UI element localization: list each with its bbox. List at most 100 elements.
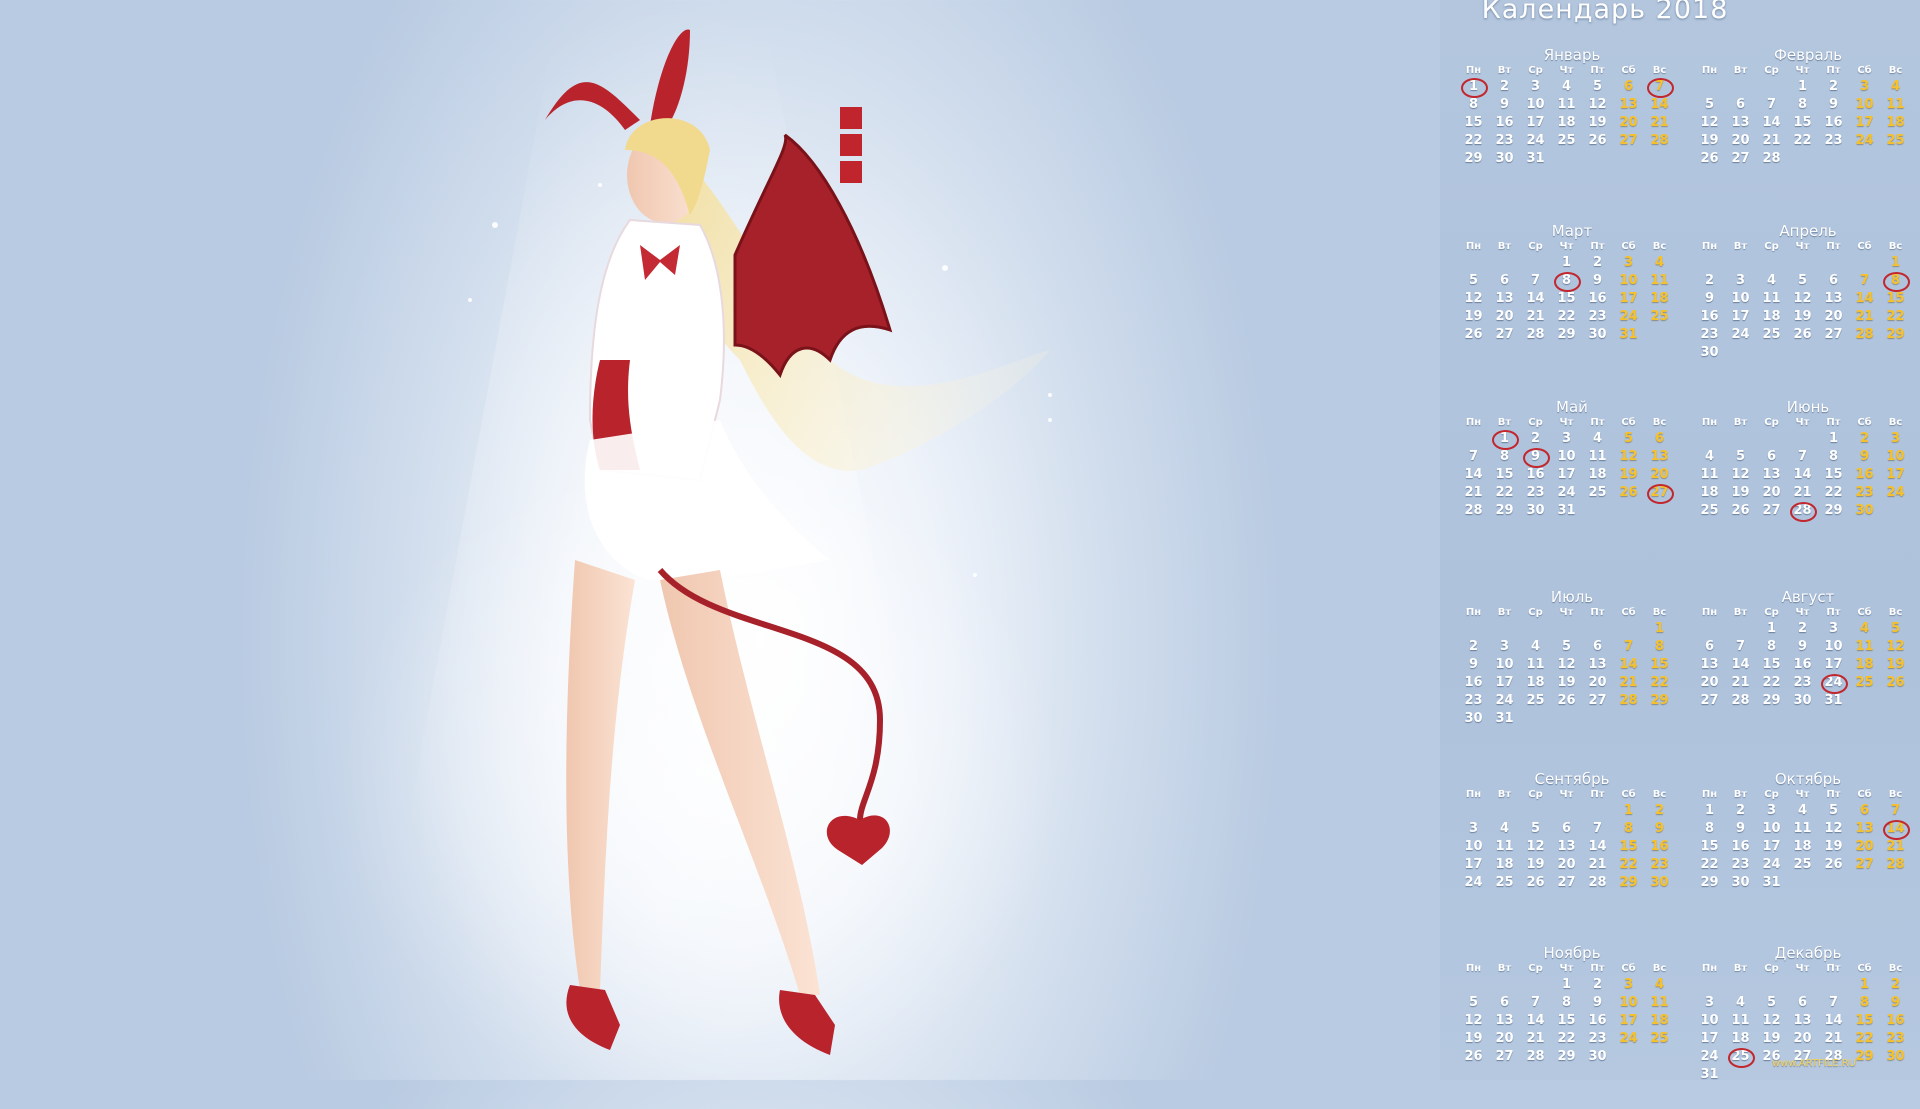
day-cell: 27 — [1700, 693, 1719, 708]
weekday-label: Пн — [1701, 417, 1718, 428]
day-cell: 15 — [1557, 1013, 1576, 1028]
day-cell: 1 — [1704, 803, 1715, 818]
day-cell: 6 — [1859, 803, 1870, 818]
weekday-label: Вс — [1888, 963, 1903, 974]
day-cell: 18 — [1762, 309, 1781, 324]
empty-cell — [1458, 802, 1489, 820]
weekday-label: Ср — [1764, 241, 1779, 252]
day-cell: 23 — [1526, 485, 1545, 500]
day-cell: 11 — [1855, 639, 1874, 654]
day-cell: 24 — [1526, 133, 1545, 148]
day-cell: 20 — [1762, 485, 1781, 500]
day-cell: 15 — [1557, 291, 1576, 306]
weekday-label: Пн — [1465, 65, 1482, 76]
day-cell: 2 — [1704, 273, 1715, 288]
day-cell: 21 — [1731, 675, 1750, 690]
weekday-label: Пн — [1465, 607, 1482, 618]
day-cell: 15 — [1464, 115, 1483, 130]
weekday-label: Чт — [1559, 963, 1574, 974]
day-cell: 3 — [1859, 79, 1870, 94]
day-cell: 10 — [1824, 639, 1843, 654]
day-cell: 12 — [1886, 639, 1905, 654]
day-cell: 12 — [1731, 467, 1750, 482]
weekday-label: Вс — [1652, 65, 1667, 76]
empty-cell — [1694, 78, 1725, 96]
empty-cell — [1458, 620, 1489, 638]
day-cell: 23 — [1588, 1031, 1607, 1046]
day-cell: 30 — [1793, 693, 1812, 708]
day-cell: 22 — [1824, 485, 1843, 500]
weekday-label: Пт — [1590, 963, 1605, 974]
day-cell: 15 — [1824, 467, 1843, 482]
day-cell: 20 — [1495, 1031, 1514, 1046]
day-cell: 19 — [1464, 309, 1483, 324]
day-cell: 28 — [1526, 1049, 1545, 1064]
month-name: Июнь — [1786, 398, 1830, 416]
month-grid: Пн Вт Ср Чт Пт Сб Вс 1 2 3 4 5 6 7 8 9 10 11 12 13 14 15 16 17 1… — [1694, 240, 1920, 362]
day-cell: 21 — [1464, 485, 1483, 500]
day-cell: 10 — [1619, 273, 1638, 288]
weekday-label: Сб — [1621, 241, 1636, 252]
day-cell: 8 — [1704, 821, 1715, 836]
day-cell: 17 — [1526, 115, 1545, 130]
day-cell: 19 — [1464, 1031, 1483, 1046]
day-cell: 19 — [1588, 115, 1607, 130]
day-cell: 4 — [1859, 621, 1870, 636]
day-cell: 14 — [1762, 115, 1781, 130]
day-cell: 17 — [1619, 291, 1638, 306]
day-cell: 10 — [1619, 995, 1638, 1010]
weekday-label: Вт — [1497, 241, 1512, 252]
weekday-label: Пн — [1701, 789, 1718, 800]
empty-cell — [1520, 254, 1551, 272]
day-cell: 22 — [1464, 133, 1483, 148]
day-cell: 23 — [1588, 309, 1607, 324]
day-cell: 3 — [1499, 639, 1510, 654]
empty-cell — [1725, 620, 1756, 638]
day-cell: 11 — [1557, 97, 1576, 112]
day-cell: 25 — [1700, 503, 1719, 518]
day-cell: 16 — [1855, 467, 1874, 482]
weekday-label: Вт — [1497, 789, 1512, 800]
day-cell: 2 — [1592, 977, 1603, 992]
weekday-label: Ср — [1528, 607, 1543, 618]
day-cell: 3 — [1828, 621, 1839, 636]
day-cell: 5 — [1828, 803, 1839, 818]
day-cell: 21 — [1650, 115, 1669, 130]
day-cell: 4 — [1890, 79, 1901, 94]
day-cell: 12 — [1464, 1013, 1483, 1028]
day-cell: 24 — [1762, 857, 1781, 872]
day-cell: 8 — [1499, 449, 1510, 464]
day-cell: 9 — [1828, 97, 1839, 112]
month-block: Сентябрь Пн Вт Ср Чт Пт Сб Вс 1 2 3 4 5 6 7 8 9 10 11 12 13 1… — [1454, 770, 1690, 935]
weekday-label: Ср — [1528, 963, 1543, 974]
day-cell: 7 — [1592, 821, 1603, 836]
day-cell: 20 — [1557, 857, 1576, 872]
holiday-day: 1 — [1489, 430, 1520, 450]
day-cell: 2 — [1468, 639, 1479, 654]
holiday-day: 8 — [1551, 272, 1582, 292]
day-cell: 7 — [1530, 273, 1541, 288]
day-cell: 6 — [1766, 449, 1777, 464]
day-cell: 16 — [1526, 467, 1545, 482]
day-cell: 10 — [1526, 97, 1545, 112]
day-cell: 13 — [1495, 291, 1514, 306]
day-cell: 15 — [1700, 839, 1719, 854]
weekday-label: Вс — [1652, 789, 1667, 800]
day-cell: 31 — [1557, 503, 1576, 518]
holiday-day: 14 — [1880, 820, 1911, 840]
day-cell: 3 — [1530, 79, 1541, 94]
day-cell: 19 — [1824, 839, 1843, 854]
month-grid: Пн Вт Ср Чт Пт Сб Вс 1 2 3 4 5 6 7 8 9 10 11 12 13 14 15 16 17 1… — [1458, 606, 1690, 728]
empty-cell — [1725, 254, 1756, 272]
day-cell: 18 — [1588, 467, 1607, 482]
day-cell: 29 — [1495, 503, 1514, 518]
day-cell: 13 — [1650, 449, 1669, 464]
day-cell: 14 — [1526, 1013, 1545, 1028]
day-cell: 27 — [1588, 693, 1607, 708]
weekday-label: Пн — [1701, 241, 1718, 252]
month-block: Декабрь Пн Вт Ср Чт Пт Сб Вс 1 2 3 4 5 6 7 8 9 10 11 12 13 14… — [1690, 944, 1920, 1109]
day-cell: 1 — [1561, 977, 1572, 992]
day-cell: 7 — [1530, 995, 1541, 1010]
day-cell: 27 — [1495, 327, 1514, 342]
day-cell: 11 — [1886, 97, 1905, 112]
